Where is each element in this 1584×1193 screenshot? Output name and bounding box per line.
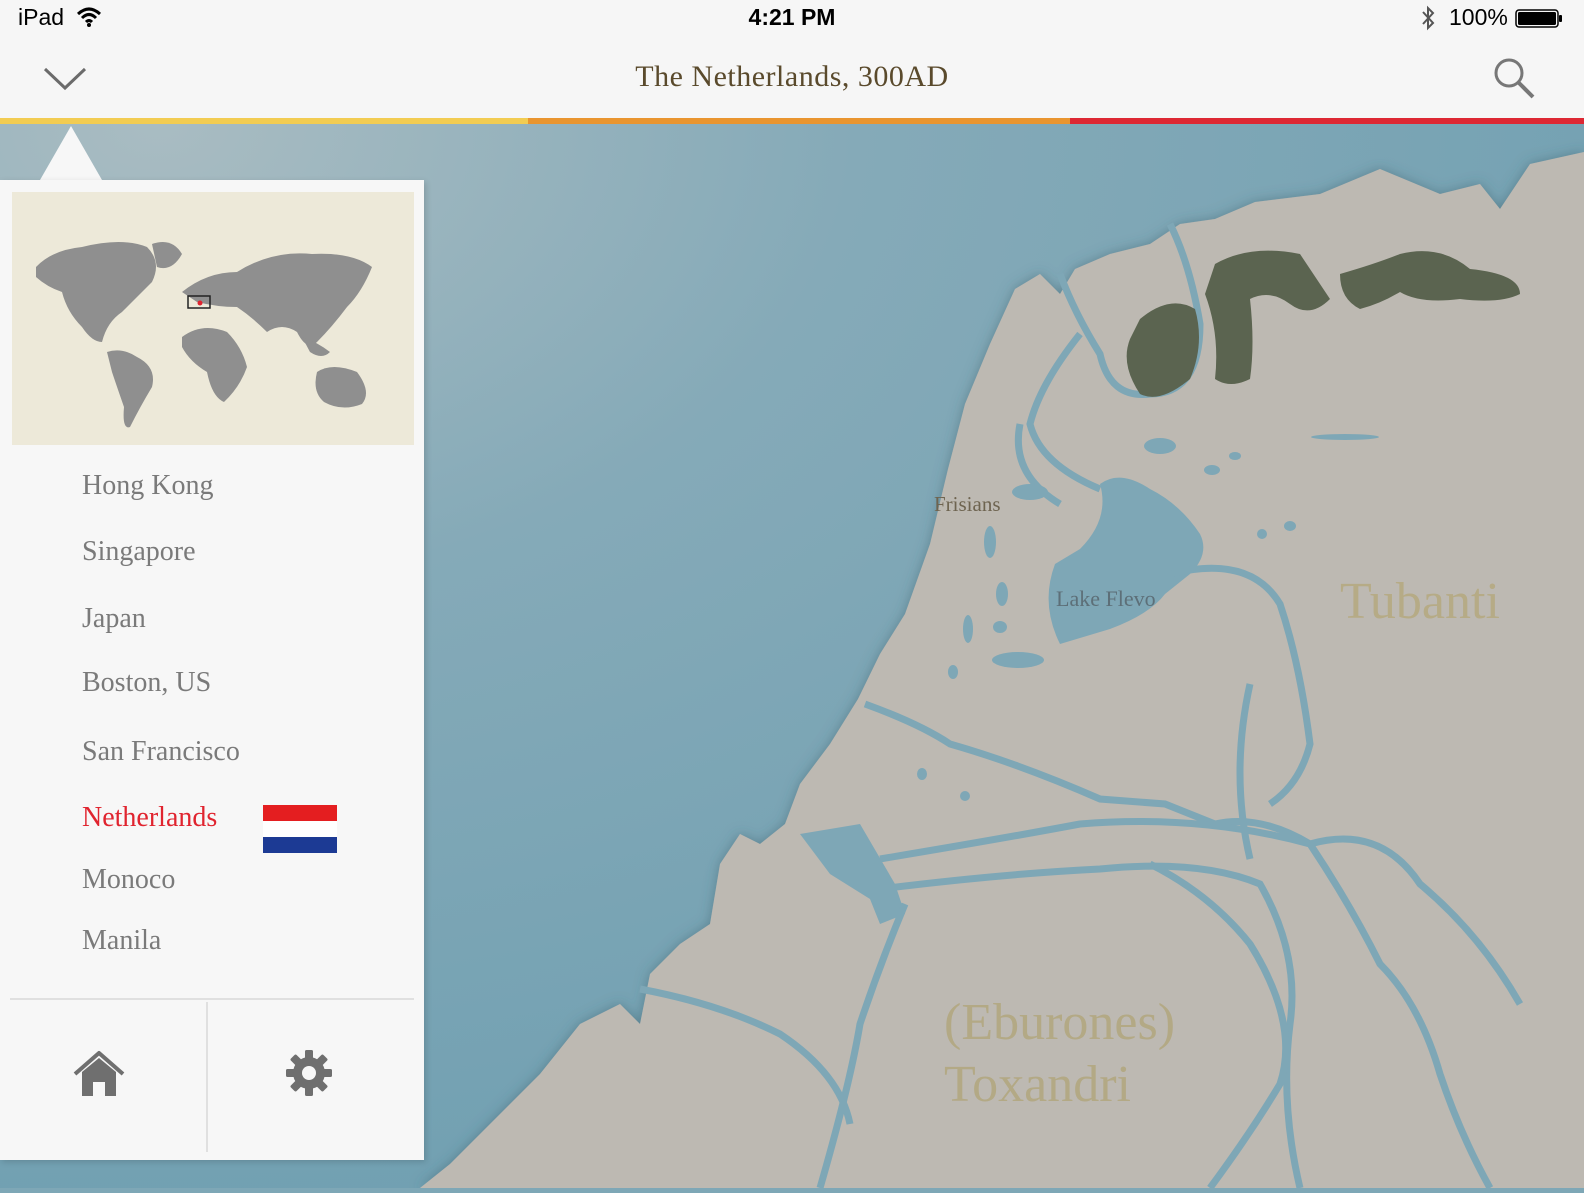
home-icon[interactable] (73, 1050, 125, 1098)
city-item-japan[interactable]: Japan (82, 603, 146, 635)
netherlands-flag-icon[interactable] (263, 805, 337, 853)
page-title: The Netherlands, 300AD (635, 60, 949, 93)
city-item-monoco[interactable]: Monoco (82, 864, 175, 896)
map-label-eburones-toxandri: (Eburones) Toxandri (944, 992, 1175, 1116)
popover-arrow (40, 126, 102, 180)
map-label-eburones: (Eburones) (944, 994, 1176, 1051)
city-item-hong-kong[interactable]: Hong Kong (82, 470, 213, 502)
battery-percentage: 100% (1449, 4, 1508, 30)
map-label-lake-flevo: Lake Flevo (1056, 586, 1156, 611)
map-label-toxandri: Toxandri (944, 1056, 1131, 1113)
map-label-frisians: Frisians (934, 492, 1001, 516)
flag-stripe-red (263, 805, 337, 821)
city-item-manila[interactable]: Manila (82, 925, 161, 957)
world-map-shapes (36, 241, 372, 428)
city-item-san-francisco[interactable]: San Francisco (82, 736, 240, 768)
location-sidebar: Hong Kong Singapore Japan Boston, US San… (0, 180, 424, 1160)
flag-stripe-blue (263, 837, 337, 853)
status-bar: iPad 4:21 PM 100% (0, 0, 1584, 36)
status-time: 4:21 PM (748, 4, 836, 30)
bluetooth-icon (1422, 5, 1435, 31)
city-item-boston[interactable]: Boston, US (82, 667, 211, 699)
sidebar-bottom-toolbar (10, 998, 414, 1162)
map-label-tubanti: Tubanti (1340, 573, 1500, 630)
world-map-thumbnail[interactable] (12, 192, 414, 445)
search-icon[interactable] (1492, 56, 1536, 100)
city-item-singapore[interactable]: Singapore (82, 536, 196, 568)
city-item-netherlands[interactable]: Netherlands (82, 802, 217, 834)
navigation-bar: The Netherlands, 300AD (0, 36, 1584, 118)
toolbar-divider (206, 1002, 208, 1152)
gear-icon[interactable] (286, 1050, 332, 1096)
flag-stripe-white (263, 821, 337, 837)
battery-icon (1515, 9, 1562, 28)
